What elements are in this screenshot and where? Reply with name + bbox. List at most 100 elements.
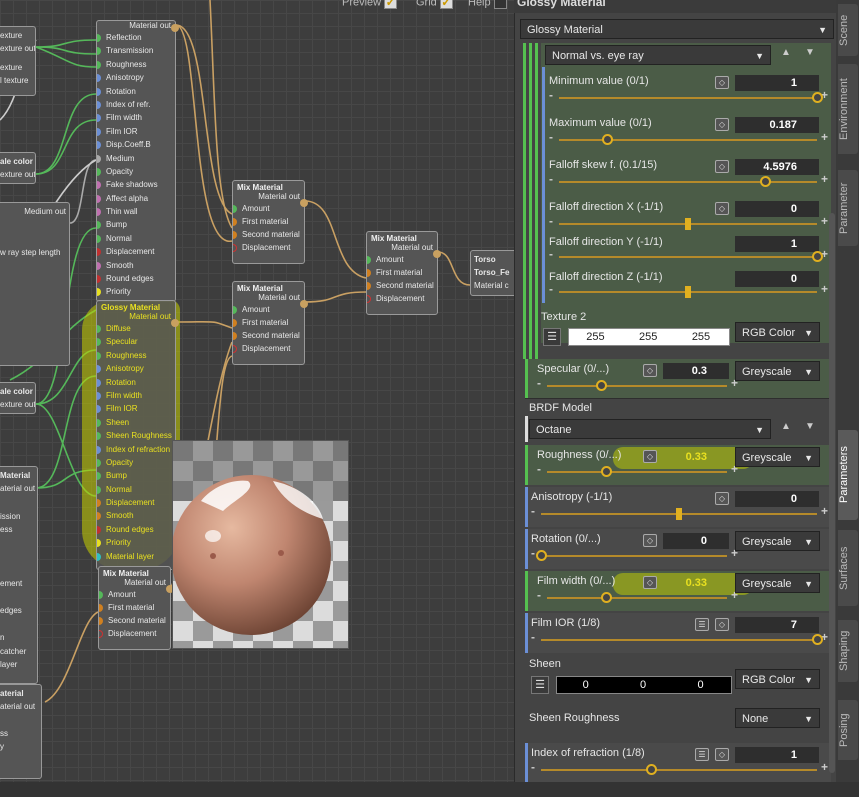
node-port[interactable]: Amount bbox=[99, 588, 170, 601]
min-value-field[interactable]: 1 bbox=[735, 75, 819, 91]
node-port[interactable]: Priority bbox=[97, 536, 175, 549]
node-port[interactable]: Round edges bbox=[97, 523, 175, 536]
port-connector[interactable] bbox=[97, 525, 101, 534]
tab-environment[interactable]: Environment bbox=[838, 64, 858, 154]
tab-parameter-settings[interactable]: Parameter bbox=[838, 170, 858, 246]
port-connector[interactable] bbox=[97, 74, 101, 83]
node-port[interactable]: Reflection bbox=[97, 31, 175, 44]
node-port[interactable]: Bump bbox=[97, 469, 175, 482]
port-connector[interactable] bbox=[97, 499, 101, 508]
torso-node[interactable]: Torso Torso_Fe Material c bbox=[470, 250, 514, 296]
keyframe-icon[interactable]: ◇ bbox=[643, 364, 657, 377]
increment-icon[interactable]: + bbox=[821, 282, 828, 296]
node-port[interactable]: Disp.Coeff.B bbox=[97, 138, 175, 151]
node-port[interactable]: Displacement bbox=[233, 241, 304, 254]
port-connector[interactable] bbox=[97, 458, 101, 467]
mix-material-node-1[interactable]: Mix Material Material out Amount First mate… bbox=[232, 180, 308, 264]
help-checkbox[interactable] bbox=[493, 0, 507, 9]
rot-value-field[interactable]: 0 bbox=[663, 533, 729, 549]
list-icon[interactable]: ☰ bbox=[531, 676, 549, 694]
fy-slider-track[interactable] bbox=[559, 256, 817, 258]
node-port[interactable]: Amount bbox=[367, 253, 437, 266]
film-mode-select[interactable]: Greyscale ▼ bbox=[735, 573, 820, 593]
preview-toggle[interactable]: Preview ✓ bbox=[342, 0, 398, 9]
node-port[interactable]: Transmission bbox=[97, 44, 175, 57]
rough-mode-select[interactable]: Greyscale ▼ bbox=[735, 447, 820, 467]
port-connector[interactable] bbox=[97, 100, 101, 109]
node-port[interactable]: Thin wall bbox=[97, 205, 175, 218]
ior-slider-track[interactable] bbox=[541, 769, 817, 771]
port-connector[interactable] bbox=[367, 256, 371, 264]
filmior-value-field[interactable]: 7 bbox=[735, 617, 819, 633]
node-port[interactable]: Film width bbox=[97, 111, 175, 124]
sheen-color-field[interactable]: 000 bbox=[556, 676, 732, 694]
keyframe-icon[interactable]: ◇ bbox=[643, 534, 657, 547]
mix-material-node-3[interactable]: Mix Material Material out Amount First mate… bbox=[366, 231, 441, 315]
decrement-icon[interactable]: - bbox=[549, 214, 553, 228]
texture2-mode-select[interactable]: RGB Color ▼ bbox=[735, 322, 820, 342]
node-port[interactable]: Medium bbox=[97, 152, 175, 165]
sheen-mode-select[interactable]: RGB Color ▼ bbox=[735, 669, 820, 689]
node-port[interactable]: First material bbox=[233, 316, 304, 329]
fz-slider-thumb[interactable] bbox=[685, 286, 691, 298]
node-port[interactable]: Film width bbox=[97, 389, 175, 402]
ior-value-field[interactable]: 1 bbox=[735, 747, 819, 763]
fx-value-field[interactable]: 0 bbox=[735, 201, 819, 217]
spec-value-field[interactable]: 0.3 bbox=[663, 363, 729, 379]
node-port[interactable]: Amount bbox=[233, 202, 304, 215]
decrement-icon[interactable]: - bbox=[531, 546, 535, 560]
port-connector[interactable] bbox=[97, 378, 101, 387]
node-port[interactable]: Rotation bbox=[97, 85, 175, 98]
increment-icon[interactable]: + bbox=[821, 130, 828, 144]
increment-icon[interactable]: + bbox=[821, 760, 828, 774]
keyframe-icon[interactable]: ◇ bbox=[715, 118, 729, 131]
falloff-mode-select[interactable]: Normal vs. eye ray ▼ bbox=[545, 45, 771, 65]
node-port[interactable]: Amount bbox=[233, 303, 304, 316]
tab-parameters[interactable]: Parameters bbox=[838, 430, 858, 520]
port-connector[interactable] bbox=[99, 604, 103, 612]
port-connector[interactable] bbox=[97, 351, 101, 360]
grid-checkbox[interactable]: ✓ bbox=[439, 0, 453, 9]
keyframe-icon[interactable]: ◇ bbox=[715, 160, 729, 173]
port-connector[interactable] bbox=[97, 60, 101, 69]
port-connector[interactable] bbox=[97, 418, 101, 427]
spec-slider-thumb[interactable] bbox=[596, 380, 607, 391]
list-icon[interactable]: ☰ bbox=[695, 748, 709, 761]
port-connector[interactable] bbox=[233, 319, 237, 327]
node-port[interactable]: Anisotropy bbox=[97, 71, 175, 84]
node-port[interactable]: Affect alpha bbox=[97, 192, 175, 205]
filmior-slider-track[interactable] bbox=[541, 639, 817, 641]
move-up-icon[interactable]: ▲ bbox=[781, 421, 791, 432]
port-connector[interactable] bbox=[233, 231, 237, 239]
port-connector[interactable] bbox=[97, 154, 101, 163]
port-connector[interactable] bbox=[367, 295, 371, 303]
decrement-icon[interactable]: - bbox=[549, 282, 553, 296]
node-fragment-texture[interactable]: exture exture out exture l texture bbox=[0, 26, 36, 96]
keyframe-icon[interactable]: ◇ bbox=[715, 748, 729, 761]
node-port[interactable]: Displacement bbox=[367, 292, 437, 305]
node-port[interactable]: Smooth bbox=[97, 509, 175, 522]
red-value[interactable]: 255 bbox=[569, 329, 622, 345]
keyframe-icon[interactable]: ◇ bbox=[715, 618, 729, 631]
node-port[interactable]: Film IOR bbox=[97, 125, 175, 138]
move-up-icon[interactable]: ▲ bbox=[781, 47, 791, 58]
node-port[interactable]: Opacity bbox=[97, 456, 175, 469]
node-fragment-scale-color[interactable]: ale color exture out bbox=[0, 152, 36, 184]
port-connector[interactable] bbox=[97, 432, 101, 441]
port-connector[interactable] bbox=[97, 275, 101, 284]
decrement-icon[interactable]: - bbox=[549, 172, 553, 186]
decrement-icon[interactable]: - bbox=[549, 88, 553, 102]
brdf-model-select[interactable]: Octane ▼ bbox=[529, 419, 771, 439]
list-icon[interactable]: ☰ bbox=[543, 328, 561, 346]
port-connector[interactable] bbox=[99, 591, 103, 599]
rot-slider-track[interactable] bbox=[541, 555, 727, 557]
port-connector[interactable] bbox=[97, 234, 101, 243]
green-value[interactable]: 0 bbox=[614, 677, 671, 693]
node-port[interactable]: Round edges bbox=[97, 272, 175, 285]
blue-value[interactable]: 255 bbox=[675, 329, 728, 345]
port-connector[interactable] bbox=[97, 248, 101, 257]
port-connector[interactable] bbox=[97, 127, 101, 136]
rot-slider-thumb[interactable] bbox=[536, 550, 547, 561]
port-connector[interactable] bbox=[233, 218, 237, 226]
increment-icon[interactable]: + bbox=[821, 172, 828, 186]
